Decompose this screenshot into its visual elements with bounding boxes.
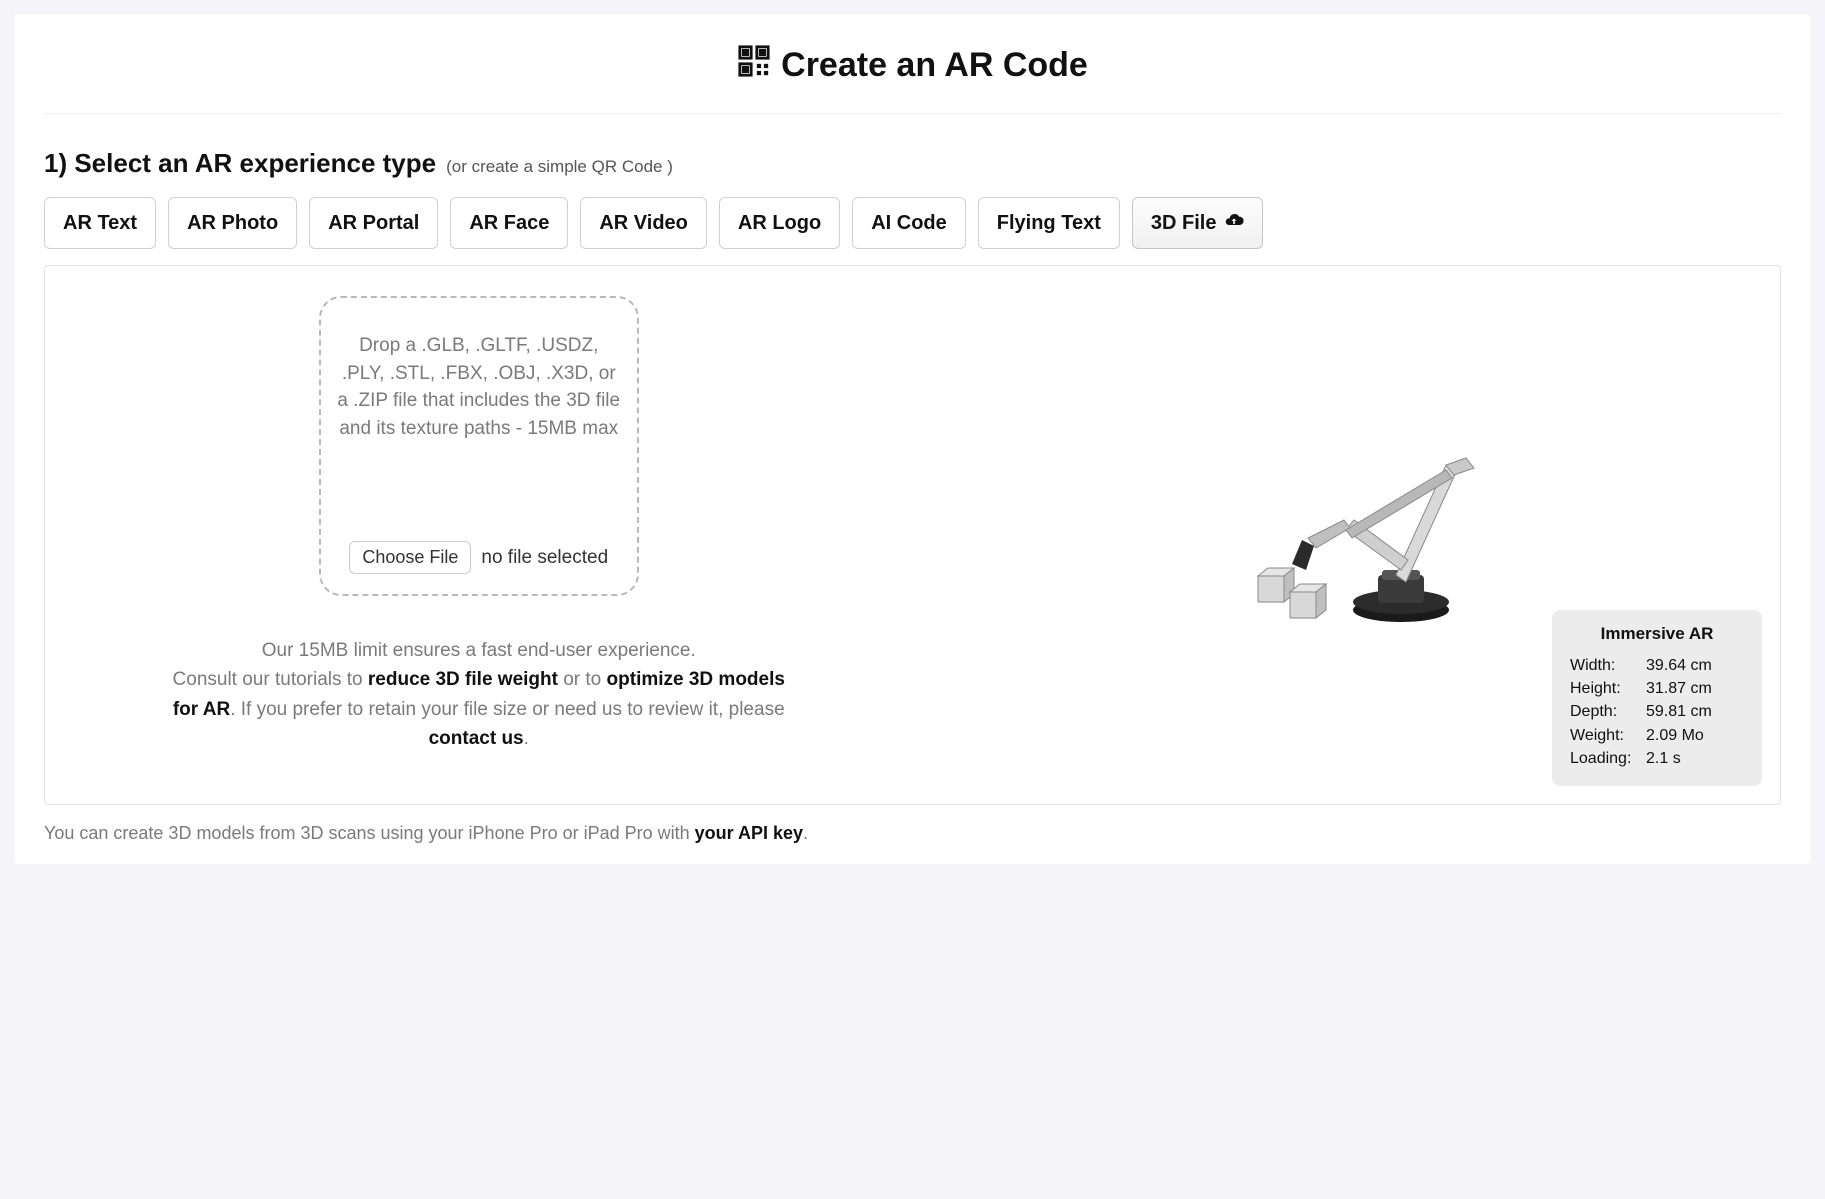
footnote: You can create 3D models from 3D scans u… [44, 823, 1781, 844]
stat-height-label: Height: [1570, 677, 1640, 700]
help-line2-mid: or to [558, 669, 607, 690]
stat-weight: Weight: 2.09 Mo [1570, 724, 1744, 747]
tab-ar-face[interactable]: AR Face [450, 197, 568, 249]
help-line3-suffix: . [524, 728, 529, 749]
tab-ar-photo[interactable]: AR Photo [168, 197, 297, 249]
file-status: no file selected [481, 544, 608, 572]
stat-loading: Loading: 2.1 s [1570, 747, 1744, 770]
panel: Drop a .GLB, .GLTF, .USDZ, .PLY, .STL, .… [44, 265, 1781, 805]
stat-width-value: 39.64 cm [1646, 654, 1712, 677]
page-title-text: Create an AR Code [781, 46, 1088, 85]
qr-icon [737, 44, 771, 87]
stat-depth-value: 59.81 cm [1646, 700, 1712, 723]
file-row: Choose File no file selected [337, 541, 621, 574]
stats-title: Immersive AR [1570, 624, 1744, 644]
step-heading: 1) Select an AR experience type [44, 148, 436, 179]
qr-code-link[interactable]: QR Code [592, 157, 663, 176]
tab-ai-code[interactable]: AI Code [852, 197, 966, 249]
footnote-suffix: . [803, 823, 808, 843]
stat-depth-label: Depth: [1570, 700, 1640, 723]
stat-loading-value: 2.1 s [1646, 747, 1681, 770]
tab-3d-file[interactable]: 3D File [1132, 197, 1264, 249]
dropzone[interactable]: Drop a .GLB, .GLTF, .USDZ, .PLY, .STL, .… [319, 296, 639, 596]
help-line3-prefix: . If you prefer to retain your file size… [230, 699, 784, 720]
step-hint: (or create a simple QR Code ) [446, 157, 673, 177]
model-preview[interactable] [1196, 405, 1496, 665]
contact-us-link[interactable]: contact us [429, 728, 524, 749]
stat-width-label: Width: [1570, 654, 1640, 677]
stat-depth: Depth: 59.81 cm [1570, 700, 1744, 723]
stats-panel: Immersive AR Width: 39.64 cm Height: 31.… [1552, 610, 1762, 786]
stat-height: Height: 31.87 cm [1570, 677, 1744, 700]
tabs: AR Text AR Photo AR Portal AR Face AR Vi… [44, 197, 1781, 249]
stat-width: Width: 39.64 cm [1570, 654, 1744, 677]
main-card: Create an AR Code 1) Select an AR experi… [14, 14, 1811, 864]
reduce-3d-weight-link[interactable]: reduce 3D file weight [368, 669, 558, 690]
help-block: Our 15MB limit ensures a fast end-user e… [159, 636, 799, 754]
panel-right: Immersive AR Width: 39.64 cm Height: 31.… [913, 266, 1781, 804]
tab-ar-logo[interactable]: AR Logo [719, 197, 840, 249]
step-hint-suffix: ) [662, 157, 672, 176]
page-title: Create an AR Code [44, 44, 1781, 87]
api-key-link[interactable]: your API key [695, 823, 803, 843]
stat-height-value: 31.87 cm [1646, 677, 1712, 700]
tab-3d-file-label: 3D File [1151, 212, 1217, 235]
stat-weight-value: 2.09 Mo [1646, 724, 1704, 747]
choose-file-button[interactable]: Choose File [349, 541, 471, 574]
tab-ar-text[interactable]: AR Text [44, 197, 156, 249]
cloud-upload-icon [1224, 210, 1244, 236]
footnote-prefix: You can create 3D models from 3D scans u… [44, 823, 695, 843]
step-hint-prefix: (or create a simple [446, 157, 592, 176]
stat-weight-label: Weight: [1570, 724, 1640, 747]
tab-ar-portal[interactable]: AR Portal [309, 197, 438, 249]
divider [44, 113, 1781, 114]
help-line2-prefix: Consult our tutorials to [173, 669, 368, 690]
step-row: 1) Select an AR experience type (or crea… [44, 148, 1781, 179]
tab-ar-video[interactable]: AR Video [580, 197, 707, 249]
help-line1: Our 15MB limit ensures a fast end-user e… [262, 640, 696, 661]
dropzone-text: Drop a .GLB, .GLTF, .USDZ, .PLY, .STL, .… [337, 332, 621, 442]
stat-loading-label: Loading: [1570, 747, 1640, 770]
panel-left: Drop a .GLB, .GLTF, .USDZ, .PLY, .STL, .… [45, 266, 913, 804]
tab-flying-text[interactable]: Flying Text [978, 197, 1120, 249]
